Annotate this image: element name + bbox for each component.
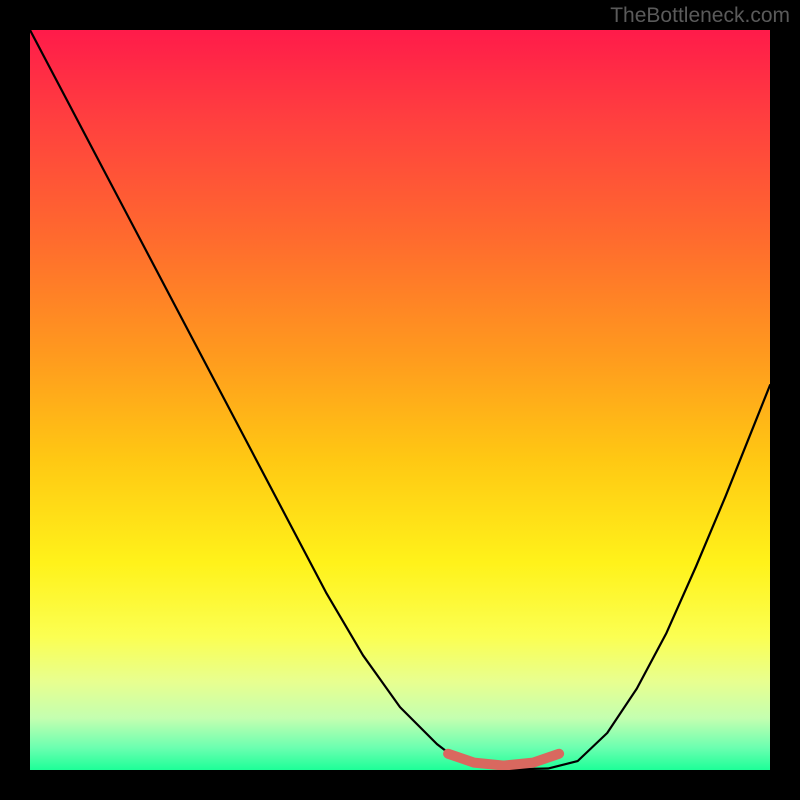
chart-svg [30,30,770,770]
chart-background [30,30,770,770]
chart-plot-area [30,30,770,770]
watermark-text: TheBottleneck.com [610,4,790,28]
